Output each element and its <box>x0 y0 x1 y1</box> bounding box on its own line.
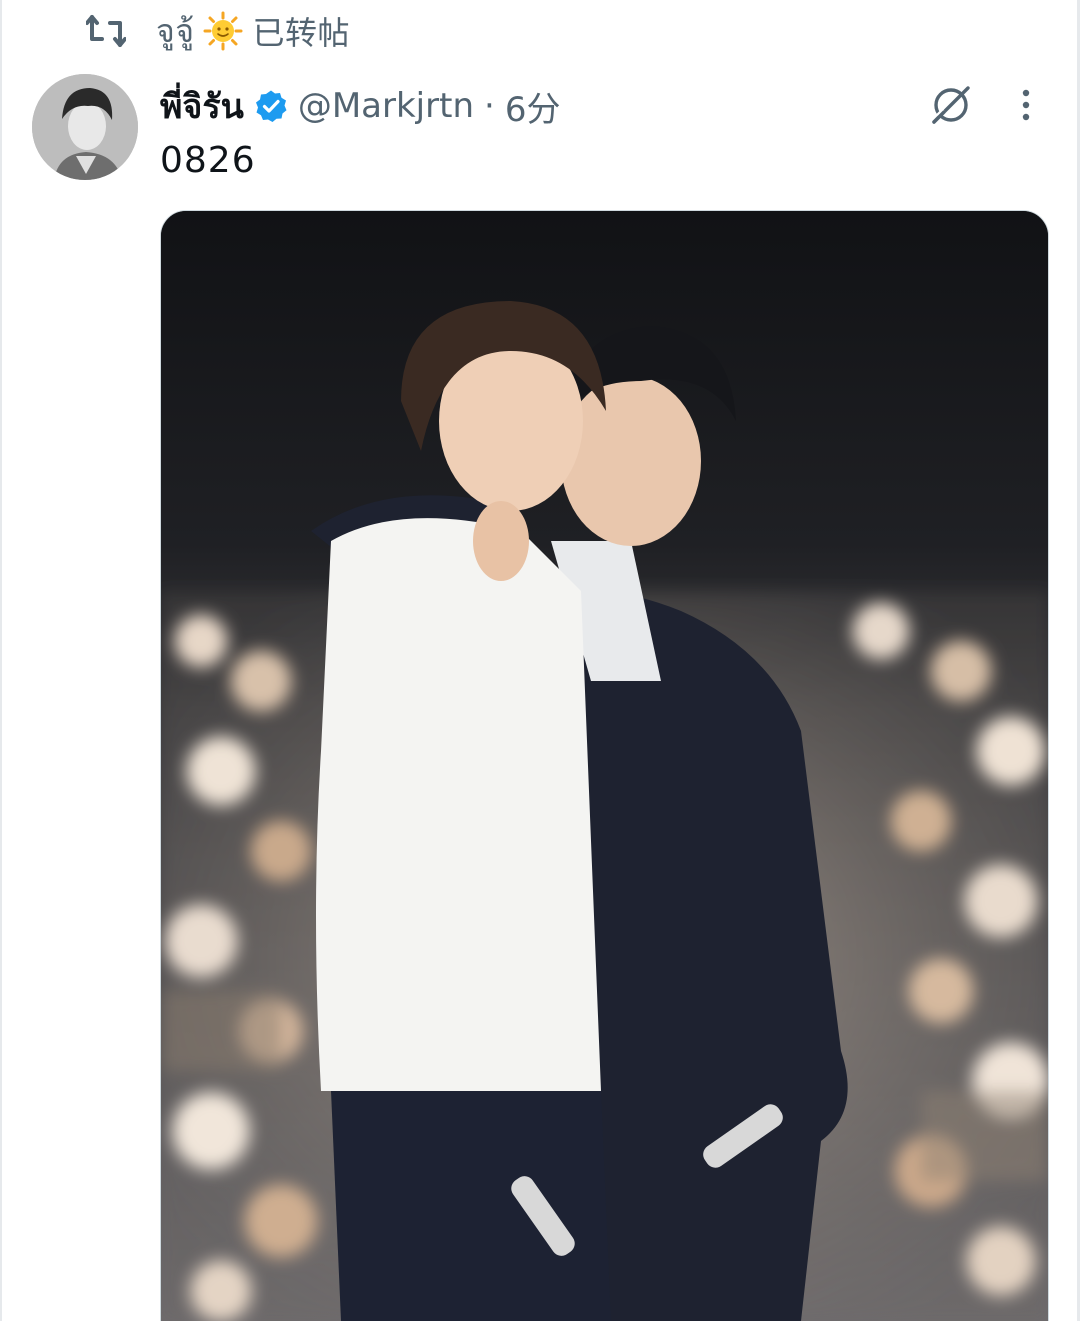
user-handle[interactable]: @Markjrtn <box>298 86 474 126</box>
timestamp[interactable]: 6分 <box>505 82 561 131</box>
grok-icon[interactable] <box>926 80 976 130</box>
repost-label: จูจู้ 已转帖 <box>156 6 350 57</box>
sun-with-face-icon <box>203 11 243 51</box>
repost-icon <box>84 11 128 51</box>
reposter-name: จูจู้ <box>156 11 195 50</box>
tweet-screen: จูจู้ 已转帖 พี่จิรัน @Markjrtn · 6分 0826 <box>0 0 1080 1321</box>
reposted-label: 已转帖 <box>252 14 351 52</box>
verified-badge-icon <box>254 89 288 123</box>
user-avatar[interactable] <box>32 74 138 180</box>
display-name[interactable]: พี่จิรัน <box>160 79 244 133</box>
repost-context[interactable]: จูจู้ 已转帖 <box>84 8 350 54</box>
tweet-photo[interactable] <box>160 210 1049 1321</box>
tweet-header: พี่จิรัน @Markjrtn · 6分 <box>160 80 560 132</box>
left-divider <box>0 0 2 1321</box>
more-vertical-icon[interactable] <box>1008 82 1044 128</box>
tweet-text: 0826 <box>160 140 256 181</box>
separator-dot: · <box>484 86 495 126</box>
